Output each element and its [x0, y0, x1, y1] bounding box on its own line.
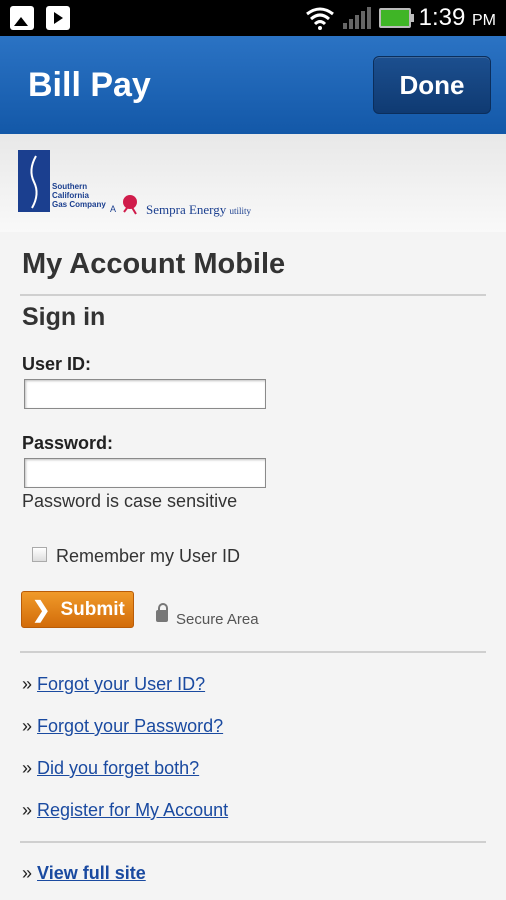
- logo-band: Southern California Gas Company A Sempra…: [0, 134, 506, 232]
- chevron-right-icon: ❯: [32, 596, 51, 622]
- battery-icon: [378, 8, 414, 28]
- password-label: Password:: [22, 433, 114, 453]
- link-full-site: » View full site: [22, 863, 146, 883]
- socalgas-logo-icon: [18, 150, 50, 212]
- page-title: My Account Mobile: [22, 248, 286, 280]
- register-link[interactable]: Register for My Account: [37, 800, 228, 820]
- sign-in-heading: Sign in: [22, 303, 106, 331]
- link-forgot-both: » Did you forget both?: [22, 758, 200, 778]
- submit-label: Submit: [60, 598, 125, 620]
- header-title: Bill Pay: [28, 66, 151, 104]
- status-bar: 1:39 PM: [0, 0, 506, 36]
- gallery-icon: [10, 6, 34, 30]
- secure-area-label: Secure Area: [176, 611, 259, 628]
- password-note: Password is case sensitive: [22, 491, 238, 511]
- clock: 1:39 PM: [418, 4, 496, 31]
- lock-icon: [156, 603, 168, 622]
- link-forgot-user-id: » Forgot your User ID?: [22, 674, 206, 694]
- signal-icon: [342, 7, 371, 29]
- user-id-label: User ID:: [22, 354, 92, 374]
- submit-button[interactable]: ❯ Submit: [21, 591, 134, 628]
- remember-label: Remember my User ID: [56, 546, 241, 566]
- play-store-icon: [46, 6, 70, 30]
- divider: [20, 841, 486, 843]
- app-header: Bill Pay Done: [0, 36, 506, 134]
- link-register: » Register for My Account: [22, 800, 229, 820]
- sempra-flame-icon: [123, 195, 137, 215]
- wifi-icon: [305, 7, 334, 30]
- password-field[interactable]: [24, 458, 266, 488]
- company-name: Southern California Gas Company: [52, 182, 106, 209]
- sempra-logo: Sempra Energy utility: [146, 202, 252, 217]
- remember-checkbox[interactable]: [32, 547, 47, 562]
- forgot-both-link[interactable]: Did you forget both?: [37, 758, 199, 778]
- link-forgot-password: » Forgot your Password?: [22, 716, 224, 736]
- view-full-site-link[interactable]: View full site: [37, 863, 146, 883]
- user-id-field[interactable]: [24, 379, 266, 409]
- logo-prefix: A: [110, 204, 117, 214]
- divider: [20, 294, 486, 296]
- done-button[interactable]: Done: [373, 56, 491, 114]
- forgot-password-link[interactable]: Forgot your Password?: [37, 716, 223, 736]
- divider: [20, 651, 486, 653]
- forgot-user-id-link[interactable]: Forgot your User ID?: [37, 674, 205, 694]
